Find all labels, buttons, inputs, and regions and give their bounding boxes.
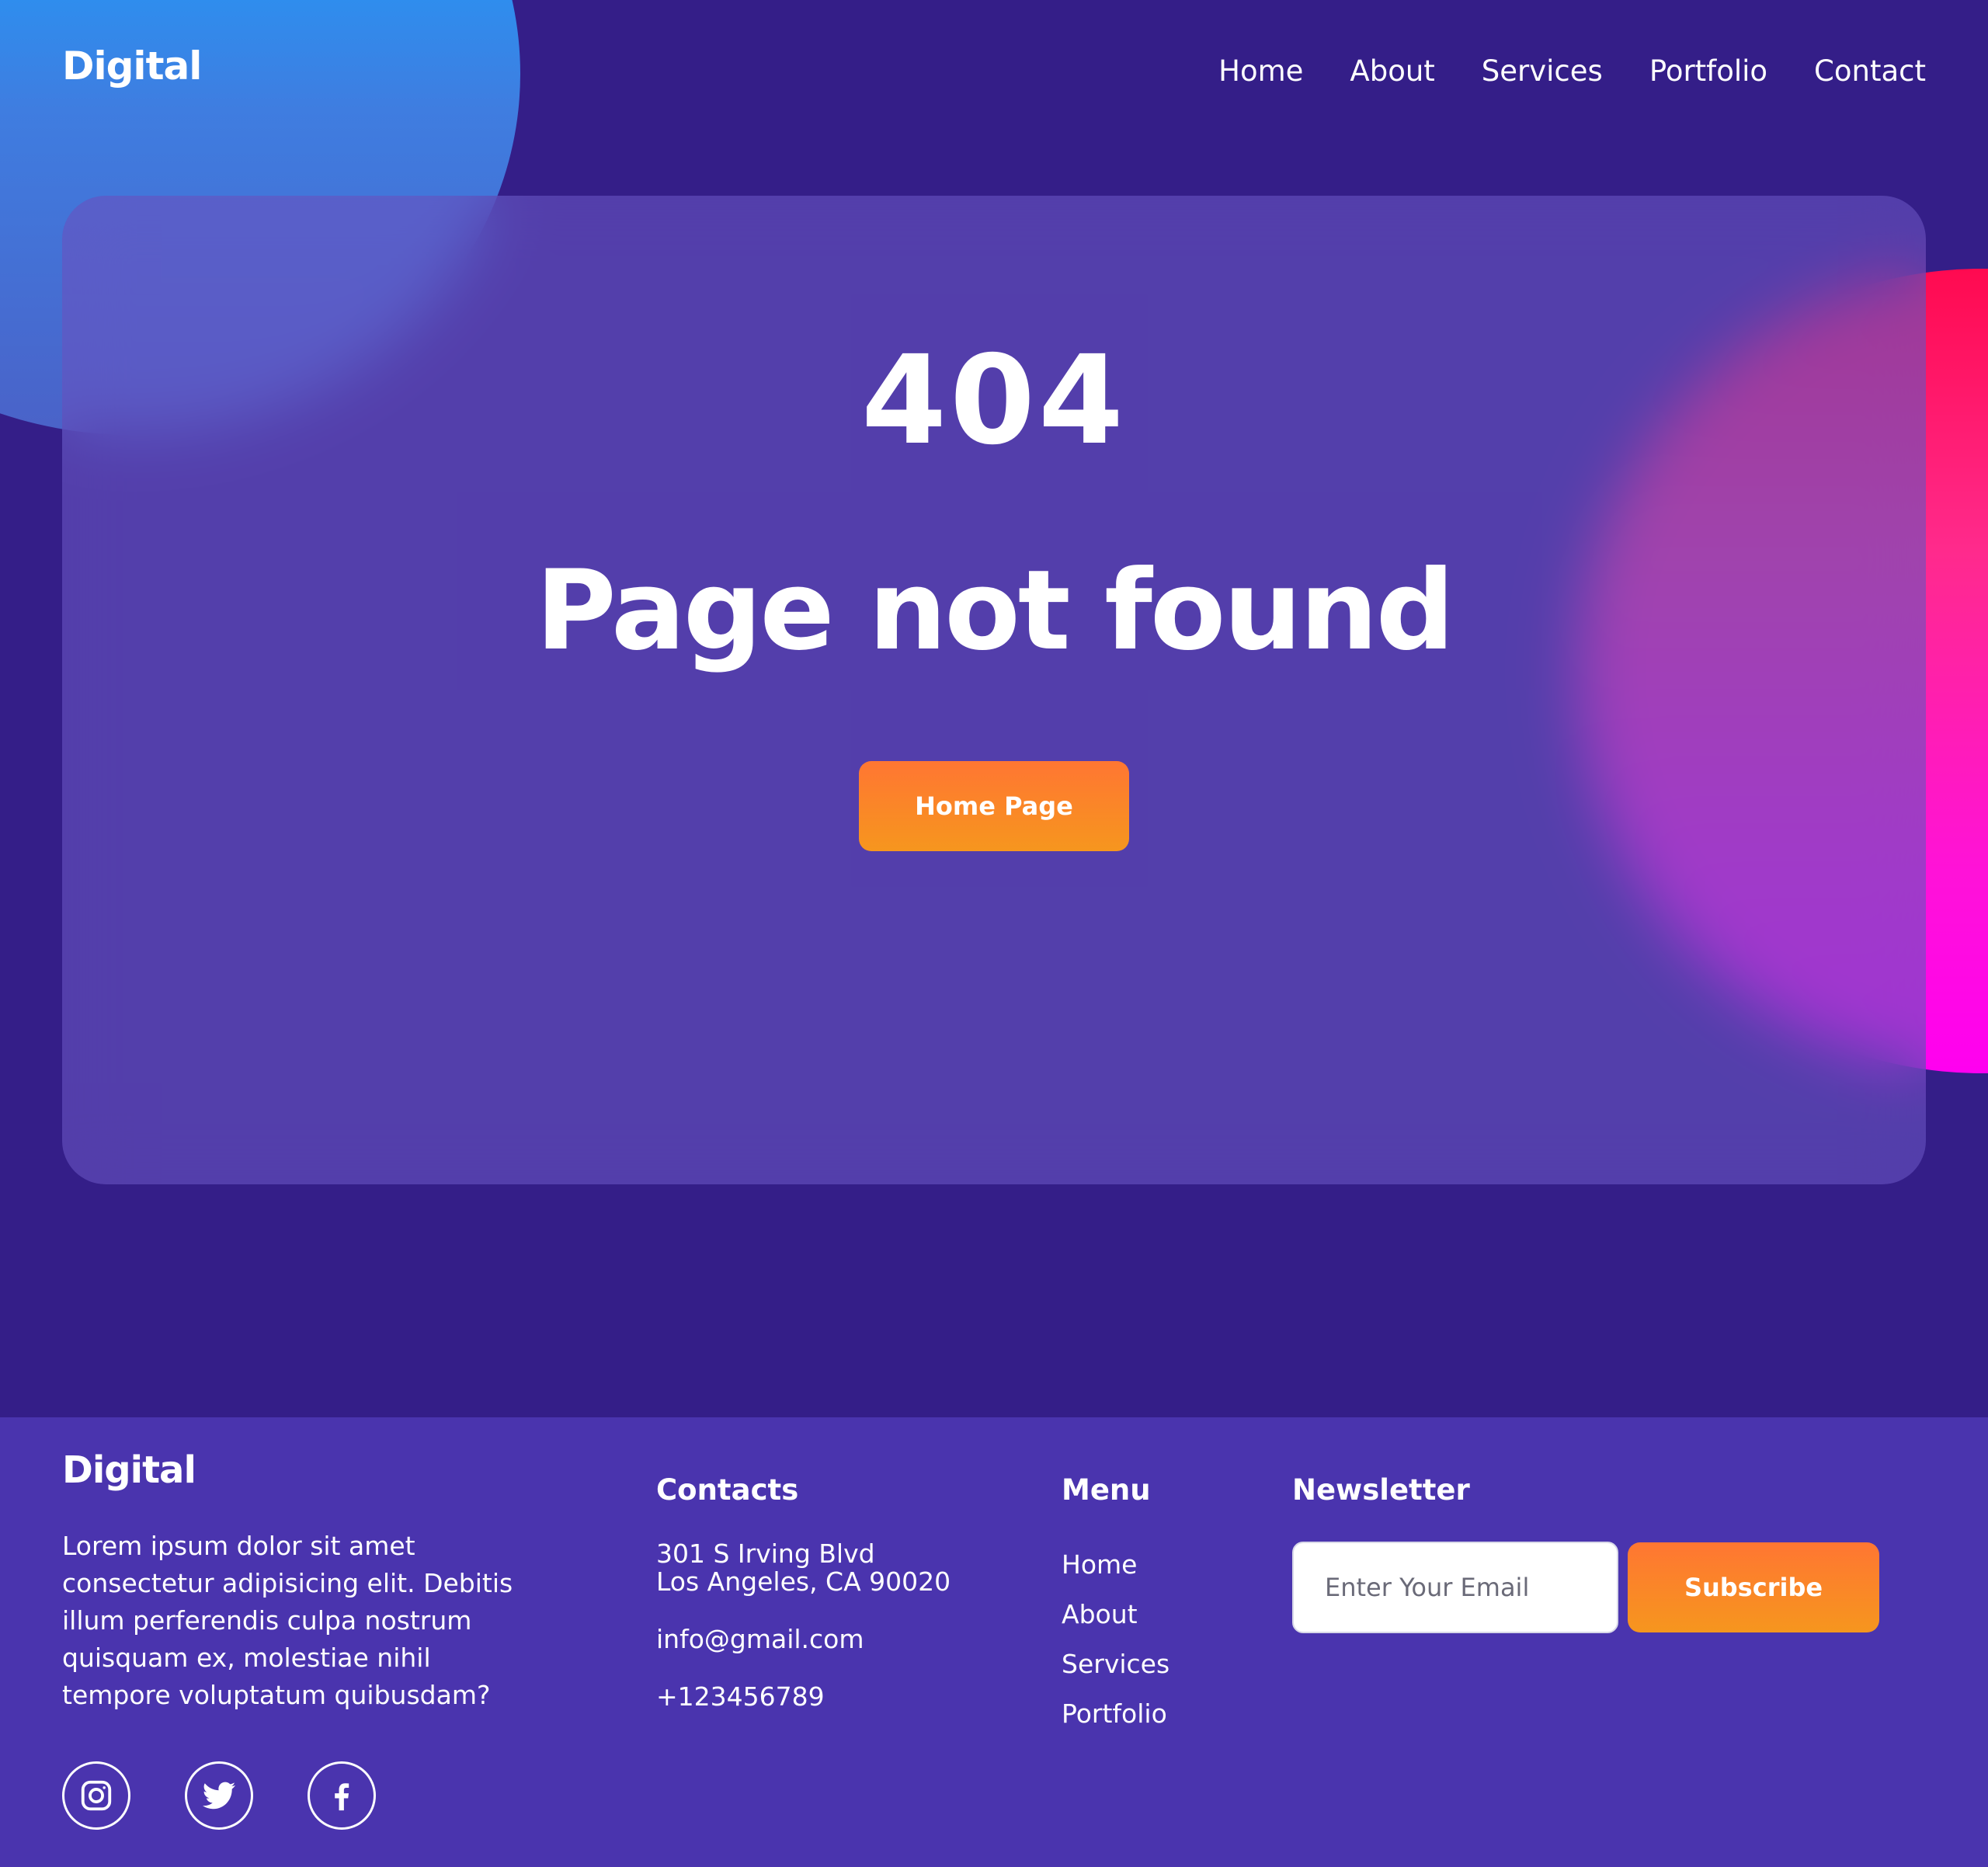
error-title: Page not found xyxy=(535,547,1455,675)
social-links xyxy=(62,1761,376,1830)
contact-email[interactable]: info@gmail.com xyxy=(656,1625,951,1653)
newsletter-heading: Newsletter xyxy=(1292,1473,1470,1507)
address-line-1: 301 S Irving Blvd xyxy=(656,1538,875,1569)
footer-menu-portfolio[interactable]: Portfolio xyxy=(1062,1698,1167,1729)
error-code: 404 xyxy=(861,329,1127,472)
logo[interactable]: Digital xyxy=(62,43,202,89)
site-footer: Digital Lorem ipsum dolor sit amet conse… xyxy=(0,1417,1988,1867)
footer-logo[interactable]: Digital xyxy=(62,1448,196,1492)
facebook-link[interactable] xyxy=(308,1761,376,1830)
facebook-icon xyxy=(335,1783,349,1811)
home-page-button[interactable]: Home Page xyxy=(859,761,1129,851)
nav-home[interactable]: Home xyxy=(1218,54,1303,88)
instagram-icon xyxy=(81,1780,112,1811)
site-header: Digital Home About Services Portfolio Co… xyxy=(0,0,1988,148)
footer-menu-about[interactable]: About xyxy=(1062,1599,1138,1629)
footer-menu-home[interactable]: Home xyxy=(1062,1549,1137,1580)
address-line-2: Los Angeles, CA 90020 xyxy=(656,1566,951,1597)
footer-menu: Home About Services Portfolio xyxy=(1062,1549,1170,1748)
subscribe-button[interactable]: Subscribe xyxy=(1628,1542,1879,1632)
main-nav: Home About Services Portfolio Contact xyxy=(1218,54,1926,88)
instagram-link[interactable] xyxy=(62,1761,130,1830)
nav-portfolio[interactable]: Portfolio xyxy=(1649,54,1767,88)
twitter-icon xyxy=(202,1782,236,1810)
footer-menu-services[interactable]: Services xyxy=(1062,1649,1170,1679)
nav-about[interactable]: About xyxy=(1350,54,1434,88)
error-card: 404 Page not found Home Page xyxy=(62,196,1926,1184)
footer-about-text: Lorem ipsum dolor sit amet consectetur a… xyxy=(62,1531,513,1710)
newsletter-email-input[interactable] xyxy=(1292,1542,1618,1633)
page: Digital Home About Services Portfolio Co… xyxy=(0,0,1988,1867)
contacts-heading: Contacts xyxy=(656,1473,799,1507)
twitter-link[interactable] xyxy=(185,1761,253,1830)
contacts-block: 301 S Irving Blvd Los Angeles, CA 90020 … xyxy=(656,1540,951,1711)
nav-contact[interactable]: Contact xyxy=(1814,54,1926,88)
contact-phone[interactable]: +123456789 xyxy=(656,1683,951,1711)
nav-services[interactable]: Services xyxy=(1482,54,1603,88)
menu-heading: Menu xyxy=(1062,1473,1151,1507)
